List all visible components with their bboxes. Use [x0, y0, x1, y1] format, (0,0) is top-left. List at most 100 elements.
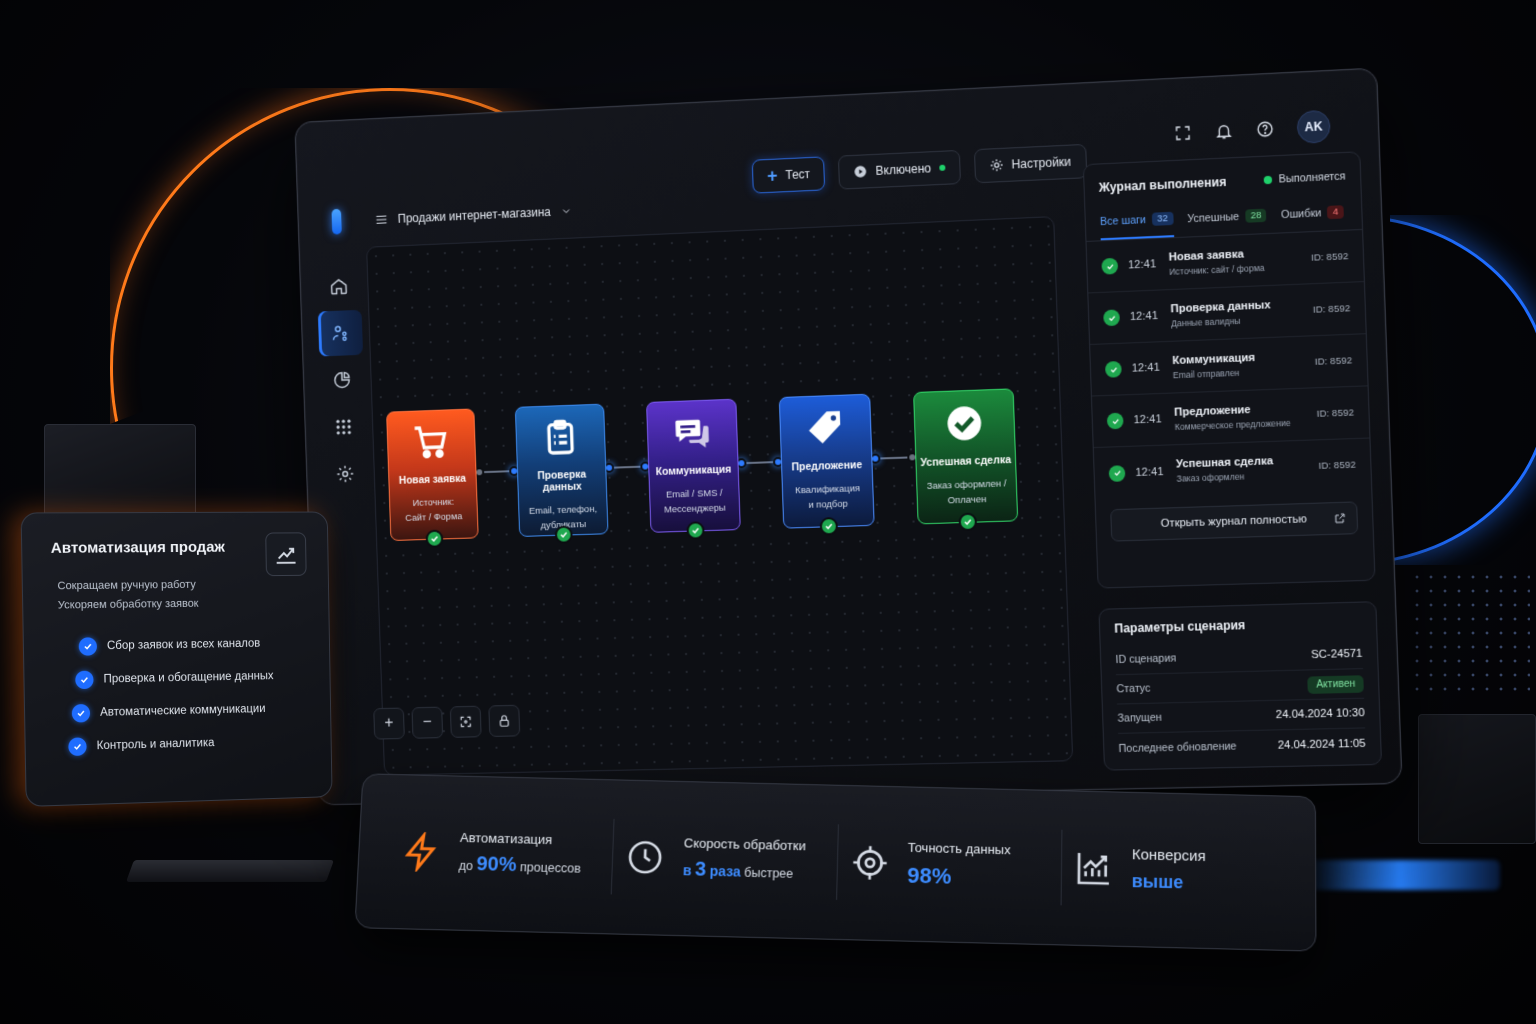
node-new-lead[interactable]: Новая заявка Источник: Сайт / Форма — [386, 408, 479, 548]
node-data-check[interactable]: Проверка данных Email, телефон,дубликаты — [514, 403, 609, 544]
stat-value: 3 — [694, 858, 707, 881]
test-button-label: Тест — [785, 167, 811, 183]
row-time: 12:41 — [1129, 309, 1159, 324]
zoom-in-button[interactable]: + — [373, 707, 405, 740]
count-badge: 28 — [1245, 208, 1267, 223]
sidebar-item-analytics[interactable] — [319, 357, 364, 404]
node-subtitle: Email / SMS / Мессенджеры — [657, 486, 731, 518]
row-id: ID: 8592 — [1318, 459, 1357, 472]
sidebar-item-apps[interactable] — [321, 404, 366, 451]
success-check-icon — [554, 525, 573, 544]
journal-title: Журнал выполнения — [1098, 174, 1227, 195]
param-row: Последнее обновление 24.04.2024 11:05 — [1118, 728, 1366, 763]
node-subtitle-line: Заказ оформлен / — [926, 478, 1007, 493]
open-full-journal-button[interactable]: Открыть журнал полностью — [1110, 501, 1359, 542]
success-check-icon — [958, 512, 978, 532]
card-subtitle-line: Сокращаем ручную работу — [57, 578, 196, 593]
node-subtitle: Источник: Сайт / Форма — [399, 494, 469, 526]
bell-icon[interactable] — [1214, 122, 1233, 141]
tab-label: Все шаги — [1099, 213, 1147, 228]
fullscreen-icon[interactable] — [1173, 124, 1192, 143]
sidebar-item-settings[interactable] — [323, 451, 368, 498]
trend-up-icon — [273, 541, 299, 567]
avatar[interactable]: AK — [1296, 109, 1331, 144]
stat-label: Конверсия — [1131, 846, 1206, 865]
trend-button[interactable] — [265, 532, 307, 577]
sidebar-item-home[interactable] — [316, 263, 361, 310]
row-id: ID: 8592 — [1310, 250, 1349, 264]
success-check-icon — [1103, 309, 1121, 327]
pie-chart-icon — [332, 370, 352, 390]
row-name: Проверка данных — [1170, 298, 1271, 315]
enabled-label: Включено — [875, 161, 932, 178]
external-link-icon — [1334, 512, 1347, 525]
stat-text: Точность данных 98% — [907, 839, 1011, 890]
top-actions: + Тест Включено Настройки — [751, 143, 1087, 194]
card-subtitle-line: Ускоряем обработку заявок — [57, 597, 199, 612]
node-communication[interactable]: Коммуникация Email / SMS / Мессенджеры — [645, 398, 741, 540]
tab-label: Ошибки — [1280, 206, 1322, 221]
tab-all-steps[interactable]: Все шаги 32 — [1099, 211, 1174, 241]
workflow-icon — [331, 323, 351, 343]
enabled-toggle[interactable]: Включено — [838, 149, 961, 190]
decorative-block-right — [1418, 714, 1536, 844]
tag-icon — [809, 411, 841, 444]
check-icon — [68, 737, 87, 757]
feature-label: Сбор заявок из всех каналов — [106, 637, 261, 653]
enabled-status-dot — [938, 164, 946, 171]
row-desc: Данные валидны — [1170, 315, 1241, 329]
journal-row[interactable]: 12:41 Успешная сделка Заказ оформлен ID: … — [1094, 439, 1372, 500]
settings-button[interactable]: Настройки — [973, 143, 1087, 184]
row-desc: Источник: сайт / форма — [1169, 262, 1265, 277]
row-text: Новая заявка Источник: сайт / форма — [1169, 245, 1302, 277]
tab-errors[interactable]: Ошибки 4 — [1281, 204, 1344, 232]
sidebar — [312, 208, 372, 533]
chevron-down-icon — [560, 205, 572, 217]
zoom-out-button[interactable]: − — [411, 706, 444, 739]
success-check-icon — [1106, 412, 1124, 430]
stat-suffix: быстрее — [743, 865, 794, 881]
fit-view-icon — [459, 715, 473, 729]
sidebar-item-workflows[interactable] — [317, 309, 364, 357]
journal-row[interactable]: 12:41 Предложение Коммерческое предложени… — [1091, 386, 1370, 449]
scenario-params: Параметры сценария ID сценария SC-24571 С… — [1098, 601, 1383, 771]
decorative-block — [44, 424, 196, 524]
workflow-selector[interactable]: Продажи интернет-магазина — [375, 204, 573, 227]
node-subtitle-line: Email / SMS / — [665, 487, 723, 501]
success-check-icon — [1108, 464, 1126, 482]
param-label: Статус — [1116, 682, 1151, 696]
workflow-canvas[interactable]: Новая заявка Источник: Сайт / Форма Прове… — [366, 216, 1074, 776]
card-title: Автоматизация продаж — [50, 538, 225, 557]
lock-button[interactable] — [488, 704, 521, 738]
node-offer[interactable]: Предложение Квалификация и подбор — [778, 393, 875, 536]
stat-suffix: процессов — [519, 860, 582, 876]
tab-successful[interactable]: Успешные 28 — [1187, 208, 1267, 237]
stats-strip: Автоматизация до 90% процессов Скорость … — [354, 773, 1317, 952]
check-icon — [71, 703, 91, 723]
count-badge: 4 — [1327, 205, 1344, 220]
check-circle-icon — [944, 405, 986, 441]
node-successful-deal[interactable]: Успешная сделка Заказ оформлен / Оплачен — [913, 388, 1019, 532]
node-title: Коммуникация — [655, 463, 732, 479]
row-text: Успешная сделка Заказ оформлен — [1176, 454, 1309, 484]
card-subtitle: Сокращаем ручную работу Ускоряем обработк… — [51, 575, 301, 616]
row-time: 12:41 — [1133, 413, 1162, 427]
stat-value: 90% — [476, 853, 518, 877]
menu-icon[interactable] — [375, 213, 389, 227]
execution-journal: Журнал выполнения Выполняется Все шаги 32… — [1082, 151, 1376, 589]
stat-prefix: в — [682, 862, 692, 879]
node-title: Проверка данных — [537, 468, 587, 494]
node-title: Предложение — [791, 459, 863, 474]
clipboard-icon — [540, 417, 580, 458]
node-title: Успешная сделка — [920, 453, 1012, 470]
row-text: Предложение Коммерческое предложение — [1174, 401, 1307, 431]
row-text: Проверка данных Данные валидны — [1170, 297, 1303, 328]
check-icon — [78, 637, 98, 656]
help-icon[interactable] — [1255, 120, 1274, 139]
node-title: Новая заявка — [398, 472, 467, 487]
stat-automation: Автоматизация до 90% процессов — [387, 813, 615, 895]
fit-view-button[interactable] — [449, 705, 482, 738]
decorative-floor-glow — [1300, 860, 1500, 890]
test-button[interactable]: + Тест — [751, 156, 826, 194]
tab-label: Успешные — [1187, 210, 1240, 225]
